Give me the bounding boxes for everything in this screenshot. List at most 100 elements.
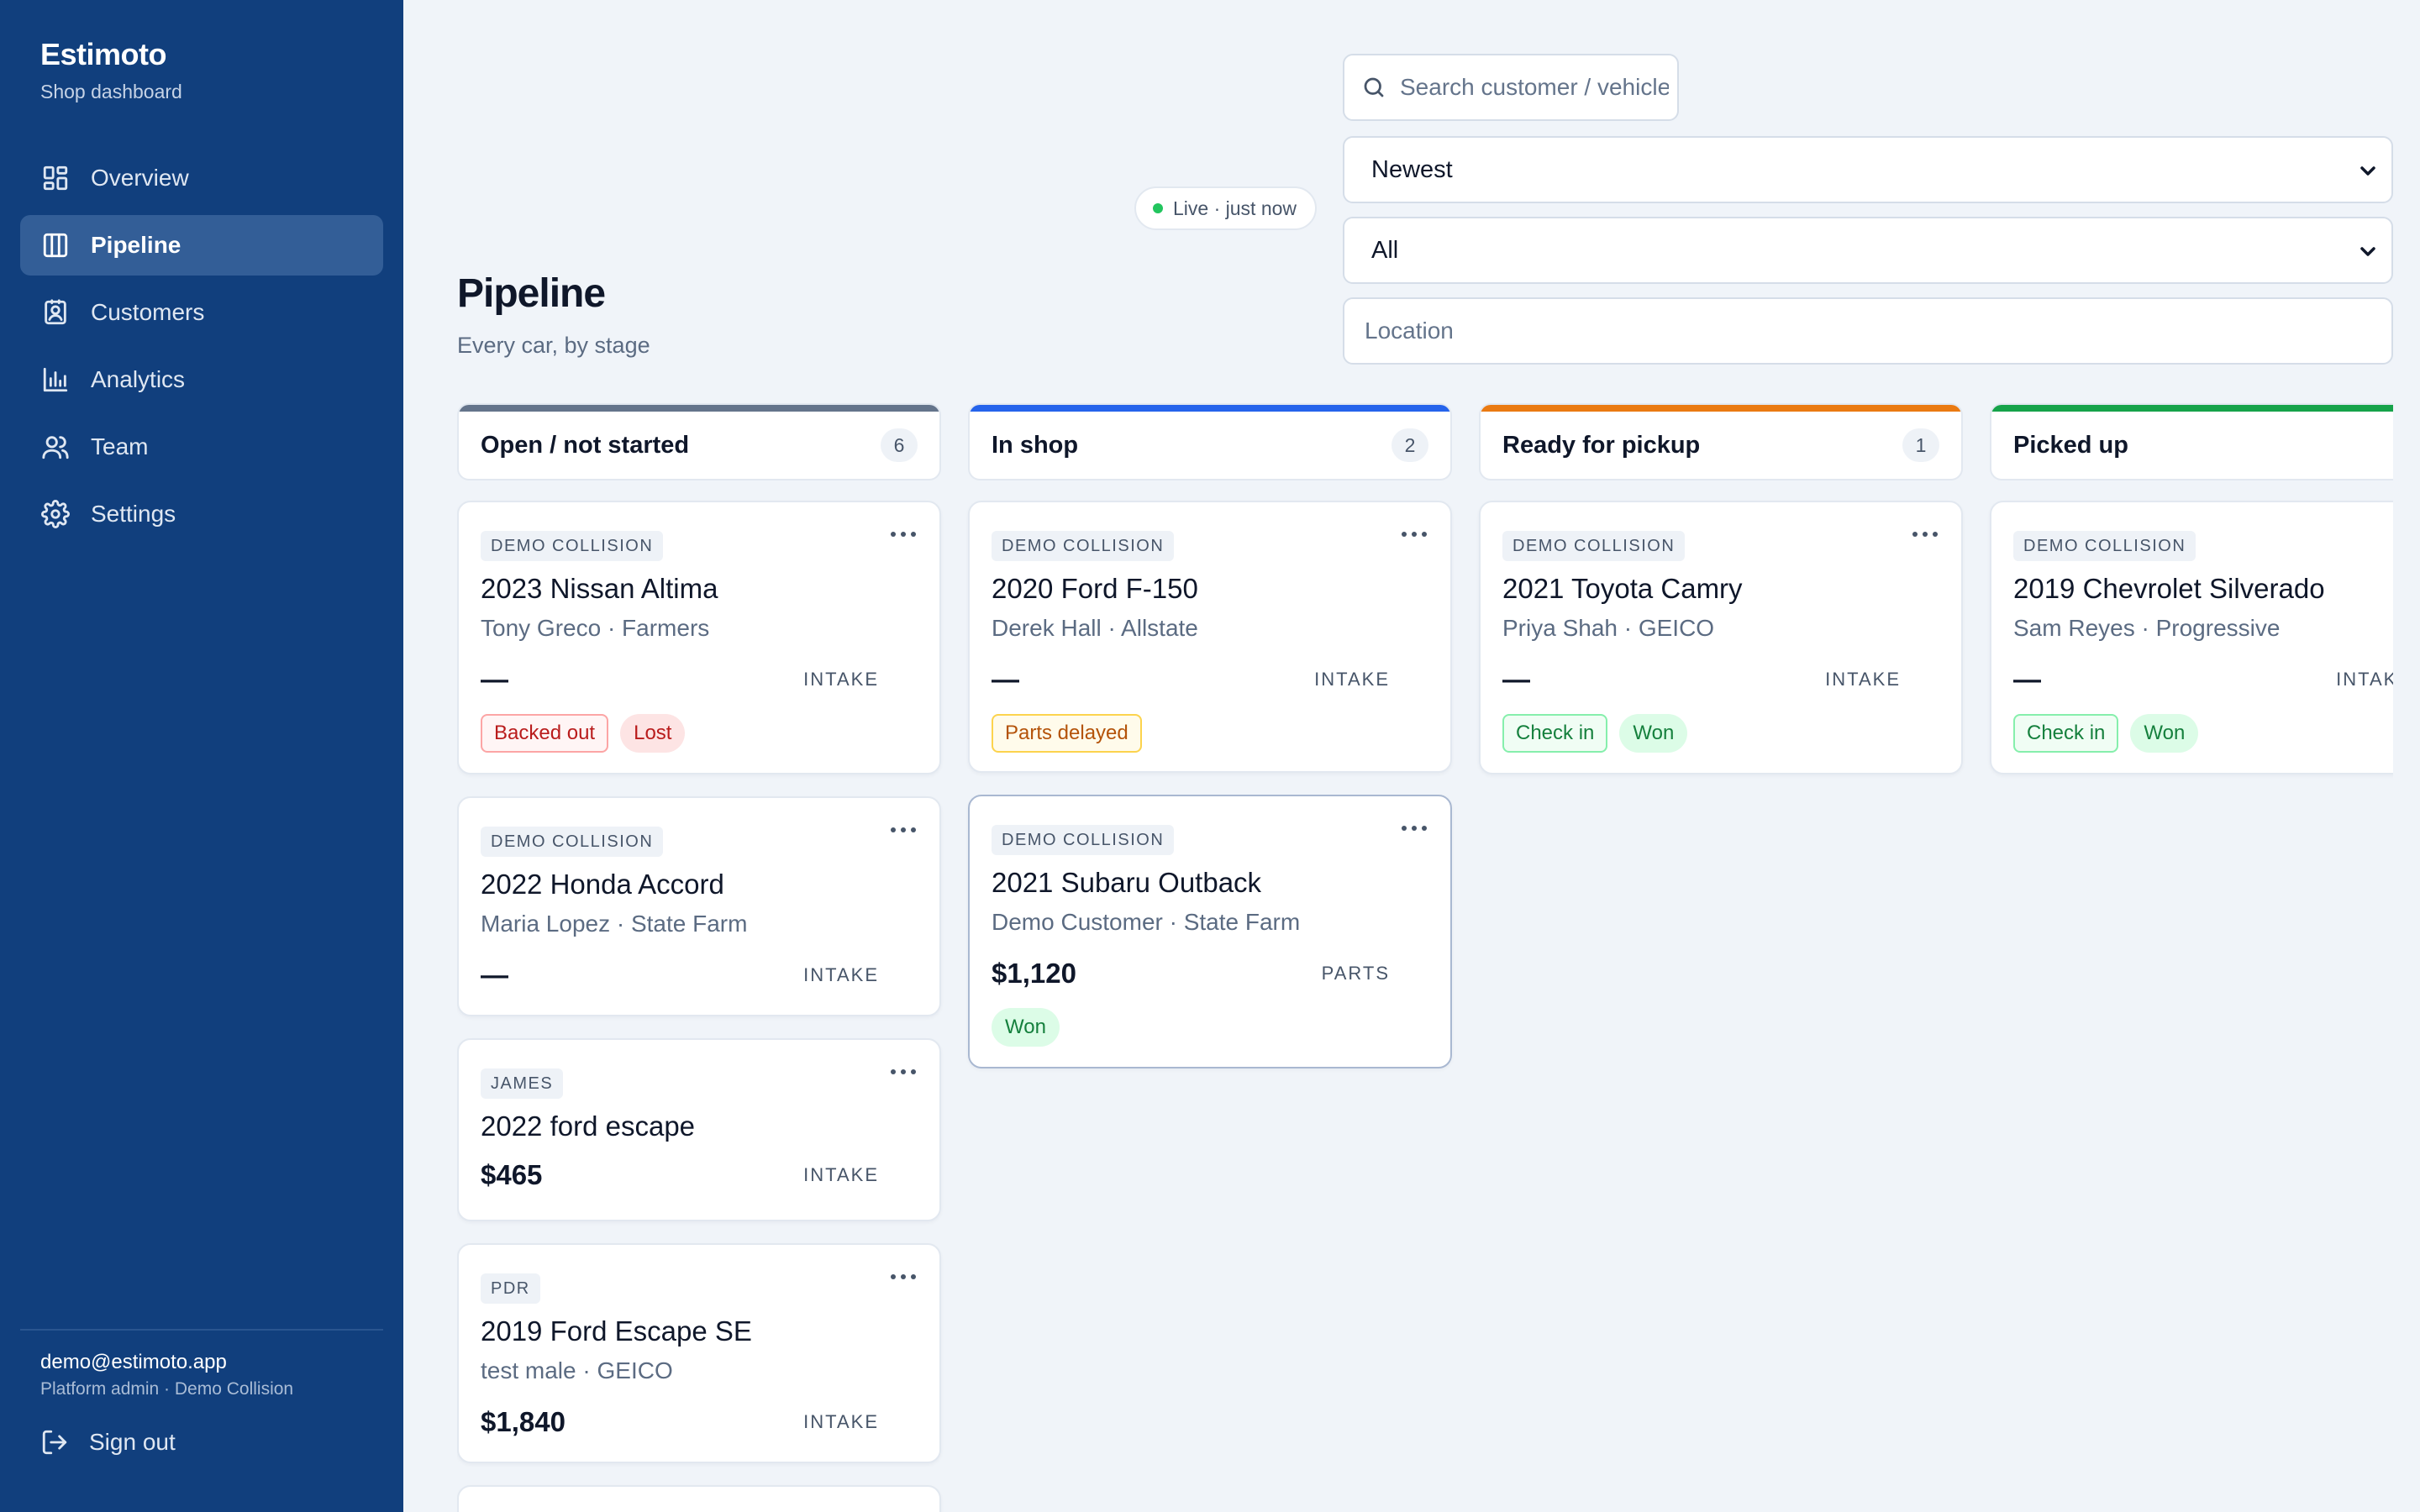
page-title: Pipeline (457, 271, 606, 316)
nav-item-settings[interactable]: Settings (20, 484, 383, 544)
users-icon (40, 432, 71, 462)
status-badge: Won (2130, 714, 2199, 753)
status-badge: Parts delayed (992, 714, 1142, 753)
sort-select-value: Newest (1371, 155, 1453, 183)
customer-insurer: Sam Reyes · Progressive (2013, 615, 2281, 641)
shop-tag: PDR (481, 1273, 540, 1304)
job-card[interactable]: DEMO COLLISION 2021 Toyota Camry Priya S… (1479, 501, 1963, 774)
nav-label: Settings (91, 501, 176, 527)
shop-tag: DEMO COLLISION (481, 827, 664, 857)
sidebar: Estimoto Shop dashboard Overview Pipelin… (0, 0, 403, 1512)
bar-chart-icon (40, 365, 71, 395)
nav-label: Overview (91, 165, 189, 191)
vehicle-name: 2021 Subaru Outback (992, 867, 1262, 898)
nav-item-customers[interactable]: Customers (20, 282, 383, 343)
nav-item-overview[interactable]: Overview (20, 148, 383, 208)
column-color-bar (970, 405, 1450, 412)
live-status-badge: Live · just now (1134, 186, 1318, 230)
nav-item-team[interactable]: Team (20, 417, 383, 477)
vehicle-name: 2023 Nissan Altima (481, 573, 718, 604)
more-menu-icon[interactable] (891, 822, 916, 838)
search-icon (1364, 77, 1384, 97)
customer-insurer: Maria Lopez · State Farm (481, 911, 748, 937)
shop-tag: DEMO COLLISION (481, 531, 664, 561)
vehicle-name: 2019 Ford Escape SE (481, 1315, 752, 1347)
column-picked-up: Picked up DEMO COLLISION 2019 Chevrolet … (1990, 403, 2393, 774)
nav-label: Analytics (91, 366, 186, 392)
estimate-amount: — (1502, 664, 1530, 695)
job-card[interactable]: DEMO COLLISION 2022 Honda Accord Maria L… (457, 796, 941, 1016)
main-nav: Overview Pipeline Customers Analytics Te… (20, 148, 383, 551)
search-box[interactable] (1343, 54, 1679, 121)
vehicle-name: 2021 Toyota Camry (1502, 573, 1743, 604)
job-card[interactable]: PDR 2019 Ford Escape SE test male · GEIC… (457, 1243, 941, 1463)
job-card[interactable]: DEMO COLLISION 2021 Subaru Outback Demo … (968, 795, 1452, 1068)
status-badge: Lost (620, 714, 686, 753)
nav-label: Customers (91, 299, 205, 325)
stage-label: INTAKE (803, 1411, 879, 1432)
estimate-amount: — (2013, 664, 2041, 695)
more-menu-icon[interactable] (891, 1063, 916, 1080)
user-email: demo@estimoto.app (40, 1351, 227, 1373)
sign-out-label: Sign out (89, 1429, 176, 1455)
nav-label: Pipeline (91, 232, 182, 258)
customer-insurer: test male · GEICO (481, 1357, 673, 1383)
customer-insurer: Priya Shah · GEICO (1502, 615, 1715, 641)
column-header: Ready for pickup 1 (1479, 403, 1963, 480)
customer-insurer: Derek Hall · Allstate (992, 615, 1198, 641)
more-menu-icon[interactable] (1402, 526, 1427, 543)
more-menu-icon[interactable] (891, 1268, 916, 1285)
column-color-bar (1481, 405, 1961, 412)
column-title: In shop (992, 431, 1079, 459)
gear-icon (40, 499, 71, 529)
column-header: Picked up (1990, 403, 2393, 480)
chevron-down-icon (2358, 160, 2378, 180)
more-menu-icon[interactable] (1402, 820, 1427, 837)
status-badge: Won (1619, 714, 1688, 753)
search-input[interactable] (1400, 74, 1669, 101)
column-title: Picked up (2013, 431, 2128, 459)
user-role: Platform admin · Demo Collision (40, 1379, 294, 1399)
status-filter-select[interactable]: All (1343, 217, 2393, 284)
job-card[interactable]: DEMO COLLISION 2020 Ford F-150 Derek Hal… (968, 501, 1452, 773)
chevron-down-icon (2358, 240, 2378, 260)
sidebar-divider (20, 1329, 383, 1331)
job-card[interactable]: DEMO COLLISION 2023 Nissan Altima Tony G… (457, 501, 941, 774)
job-card[interactable]: DEMO COLLISION 2019 Chevrolet Silverado … (1990, 501, 2393, 774)
column-color-bar (459, 405, 939, 412)
nav-item-analytics[interactable]: Analytics (20, 349, 383, 410)
nav-item-pipeline[interactable]: Pipeline (20, 215, 383, 276)
status-filter-value: All (1371, 236, 1399, 264)
stage-label: PARTS (1321, 963, 1390, 984)
column-header: In shop 2 (968, 403, 1452, 480)
vehicle-name: 2022 ford escape (481, 1110, 696, 1142)
sort-select[interactable]: Newest (1343, 136, 2393, 203)
contacts-icon (40, 297, 71, 328)
more-menu-icon[interactable] (1912, 526, 1938, 543)
column-in-shop: In shop 2 DEMO COLLISION 2020 Ford F-150… (968, 403, 1452, 1068)
estimate-amount: $465 (481, 1159, 543, 1190)
estimate-amount: — (992, 664, 1019, 695)
column-color-bar (1991, 405, 2393, 412)
dashboard-icon (40, 163, 71, 193)
stage-label: INTAKE (2336, 669, 2393, 690)
shop-tag: JAMES (481, 1068, 564, 1099)
stage-label: INTAKE (1825, 669, 1901, 690)
job-card[interactable]: JAMES 2022 ford escape $465 INTAKE (457, 1038, 941, 1221)
sign-out-button[interactable]: Sign out (40, 1428, 176, 1457)
status-badge: Won (992, 1008, 1060, 1047)
stage-label: INTAKE (1314, 669, 1390, 690)
location-field[interactable]: Location (1343, 297, 2393, 365)
column-count: 1 (1902, 428, 1939, 462)
estimate-amount: $1,840 (481, 1406, 566, 1437)
estimate-amount: — (481, 664, 508, 695)
location-placeholder: Location (1365, 318, 1454, 344)
more-menu-icon[interactable] (891, 526, 916, 543)
status-badge: Backed out (481, 714, 609, 753)
customer-insurer: Tony Greco · Farmers (481, 615, 710, 641)
page-subtitle: Every car, by stage (457, 333, 650, 358)
sign-out-icon (42, 1430, 67, 1455)
job-card[interactable] (457, 1485, 941, 1512)
column-title: Open / not started (481, 431, 690, 459)
column-header: Open / not started 6 (457, 403, 941, 480)
